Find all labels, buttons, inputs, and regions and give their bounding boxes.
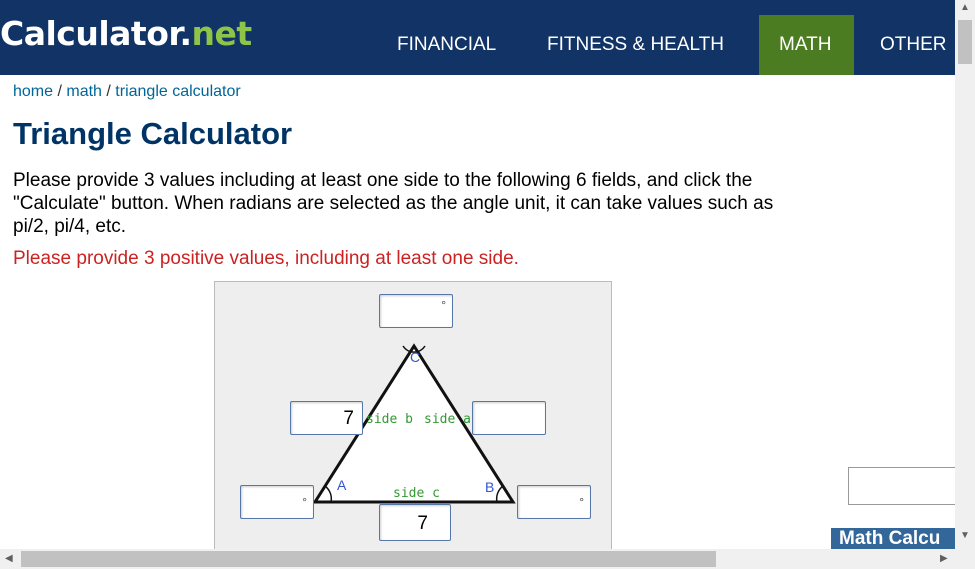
angle-a-input[interactable]: °	[240, 485, 314, 519]
error-message: Please provide 3 positive values, includ…	[13, 248, 519, 269]
logo-dot: .	[179, 14, 192, 53]
side-a-input[interactable]	[472, 401, 546, 435]
scroll-up-arrow-icon[interactable]: ▲	[960, 2, 970, 13]
degree-symbol: °	[579, 495, 584, 509]
nav-math[interactable]: MATH	[759, 15, 854, 75]
logo-net-text: net	[191, 14, 253, 53]
nav-math-label: MATH	[779, 34, 832, 55]
breadcrumb-separator: /	[101, 83, 116, 100]
scroll-down-arrow-icon[interactable]: ▼	[960, 530, 970, 541]
degree-symbol: °	[441, 298, 446, 312]
scroll-right-arrow-icon[interactable]: ▶	[940, 553, 948, 564]
side-a-label: side a	[424, 412, 471, 427]
vertex-c-label: C	[410, 349, 420, 365]
logo-calculator-text: Calculator	[0, 14, 180, 53]
triangle-panel: C A B side b side a side c ° 7 ° ° 7	[214, 281, 612, 553]
angle-b-input[interactable]: °	[517, 485, 591, 519]
breadcrumb-separator: /	[53, 83, 67, 100]
breadcrumb-current[interactable]: triangle calculator	[115, 83, 240, 100]
side-b-input[interactable]: 7	[290, 401, 363, 435]
vertex-b-label: B	[485, 479, 494, 495]
vertex-a-label: A	[337, 477, 347, 493]
degree-symbol: °	[302, 495, 307, 509]
side-c-label: side c	[393, 486, 440, 501]
sidebar-search-input[interactable]	[848, 467, 968, 505]
nav-fitness-health[interactable]: FITNESS & HEALTH	[547, 34, 724, 56]
breadcrumb: home / math / triangle calculator	[13, 83, 241, 101]
angle-c-input[interactable]: °	[379, 294, 453, 328]
vertical-scrollbar[interactable]: ▲ ▼	[955, 0, 975, 551]
site-header: Calculator.net FINANCIAL FITNESS & HEALT…	[0, 0, 955, 75]
nav-financial[interactable]: FINANCIAL	[397, 34, 496, 56]
scrollbar-corner	[955, 551, 975, 569]
vertical-scroll-thumb[interactable]	[958, 20, 972, 64]
side-c-input[interactable]: 7	[379, 504, 451, 541]
nav-other[interactable]: OTHER	[880, 34, 947, 56]
horizontal-scroll-thumb[interactable]	[21, 551, 716, 567]
page-description: Please provide 3 values including at lea…	[13, 170, 774, 237]
page-title: Triangle Calculator	[13, 116, 293, 151]
breadcrumb-math[interactable]: math	[66, 83, 102, 100]
scroll-left-arrow-icon[interactable]: ◀	[5, 553, 13, 564]
site-logo[interactable]: Calculator.net	[0, 14, 252, 53]
breadcrumb-home[interactable]: home	[13, 83, 53, 100]
side-b-label: side b	[366, 412, 413, 427]
horizontal-scrollbar[interactable]: ◀ ▶	[0, 549, 955, 569]
side-c-value: 7	[417, 513, 428, 534]
side-b-value: 7	[343, 408, 354, 429]
